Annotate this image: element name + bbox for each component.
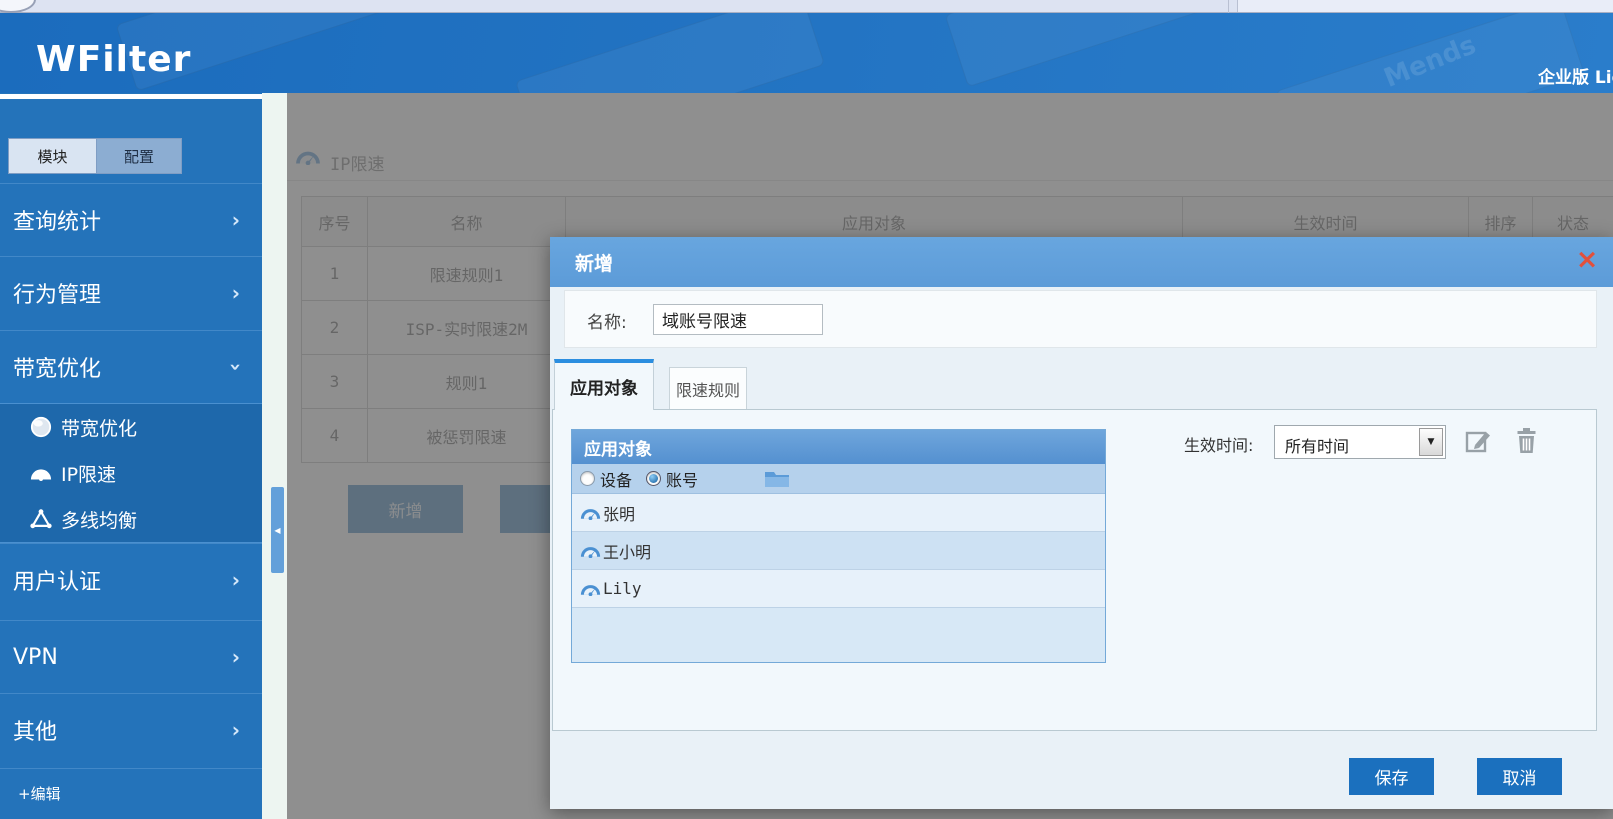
sidebar-tab-modules[interactable]: 模块 xyxy=(8,138,97,174)
selected-time-value: 所有时间 xyxy=(1285,433,1349,457)
delete-time-icon[interactable] xyxy=(1513,427,1540,454)
sidebar-submenu-bandwidth: 带宽优化 IP限速 多线均衡 xyxy=(0,403,262,543)
account-list-item[interactable]: 张明 xyxy=(572,494,1105,532)
sidebar-top-divider xyxy=(0,94,268,99)
sidebar-item-behavior[interactable]: 行为管理 › xyxy=(0,256,262,329)
sidebar-item-user-auth[interactable]: 用户认证 › xyxy=(0,543,262,616)
folder-icon[interactable] xyxy=(764,470,790,488)
sidebar-item-bandwidth[interactable]: 带宽优化 › xyxy=(0,330,262,403)
edit-time-icon[interactable] xyxy=(1465,427,1492,454)
dialog-title: 新增 xyxy=(575,249,613,276)
gauge-icon xyxy=(580,582,601,596)
browser-tab-remnant xyxy=(0,0,36,13)
sidebar: 模块 配置 查询统计 › 行为管理 › 带宽优化 › 带宽优化 IP限速 多线均… xyxy=(0,93,262,819)
browser-chrome-strip xyxy=(0,0,1613,13)
dropdown-arrow-icon: ▼ xyxy=(1428,437,1435,447)
chevron-right-icon: › xyxy=(232,718,240,742)
sidebar-subitem-multiline[interactable]: 多线均衡 xyxy=(0,496,262,542)
browser-divider xyxy=(1228,0,1229,13)
browser-segment xyxy=(1237,0,1613,12)
dialog-header: 新增 × xyxy=(550,237,1613,287)
chevron-right-icon: › xyxy=(232,208,240,232)
gauge-icon xyxy=(580,544,601,558)
chevron-down-icon: › xyxy=(224,363,248,371)
collapse-left-icon: ◀ xyxy=(274,526,280,535)
account-list-item[interactable]: 王小明 xyxy=(572,532,1105,570)
tab-apply-target[interactable]: 应用对象 xyxy=(554,359,654,410)
gauge-icon xyxy=(30,466,52,481)
gauge-icon xyxy=(580,506,601,520)
sidebar-tabbar: 模块 配置 xyxy=(8,138,182,174)
add-rule-dialog: 新增 × 名称: 应用对象 限速规则 应用对象 设备 账号 张明 王小明 xyxy=(550,237,1613,809)
list-empty-area xyxy=(572,608,1105,662)
effective-time-label: 生效时间: xyxy=(1184,432,1253,456)
sidebar-item-other[interactable]: 其他 › xyxy=(0,693,262,766)
app-logo: WFilter xyxy=(36,39,191,80)
sidebar-gutter xyxy=(262,93,287,819)
sidebar-divider xyxy=(0,768,262,769)
target-type-row: 设备 账号 xyxy=(572,464,1105,494)
sidebar-subitem-bandwidth-opt[interactable]: 带宽优化 xyxy=(0,404,262,450)
sphere-icon xyxy=(30,416,52,438)
radio-device-label: 设备 xyxy=(600,467,632,491)
account-list-item[interactable]: Lily xyxy=(572,570,1105,608)
chevron-right-icon: › xyxy=(232,281,240,305)
sidebar-tab-config[interactable]: 配置 xyxy=(97,138,182,174)
cancel-button[interactable]: 取消 xyxy=(1477,758,1562,795)
save-button[interactable]: 保存 xyxy=(1349,758,1434,795)
app-banner: Mends WFilter 企业版 Lic xyxy=(0,13,1613,93)
tab-limit-rule[interactable]: 限速规则 xyxy=(669,367,747,410)
name-field-row: 名称: xyxy=(564,290,1597,348)
sidebar-edit-link[interactable]: +编辑 xyxy=(18,783,61,804)
banner-texture xyxy=(515,13,825,93)
sidebar-collapse-handle[interactable]: ◀ xyxy=(271,487,284,573)
dropdown-arrow-button[interactable]: ▼ xyxy=(1419,428,1443,456)
name-label: 名称: xyxy=(587,308,627,333)
radio-account-label: 账号 xyxy=(666,467,698,491)
sidebar-subitem-ip-limit[interactable]: IP限速 xyxy=(0,450,262,496)
banner-texture xyxy=(945,13,1216,87)
close-icon[interactable]: × xyxy=(1572,245,1602,275)
rule-name-input[interactable] xyxy=(653,304,823,335)
sidebar-item-query-stats[interactable]: 查询统计 › xyxy=(0,183,262,256)
apply-target-panel: 应用对象 设备 账号 张明 王小明 Lily xyxy=(571,429,1106,663)
chevron-right-icon: › xyxy=(232,645,240,669)
chevron-right-icon: › xyxy=(232,568,240,592)
radio-device[interactable] xyxy=(580,471,595,486)
effective-time-select[interactable]: 所有时间 ▼ xyxy=(1274,425,1446,459)
triangle-balance-icon xyxy=(30,508,52,530)
license-label: 企业版 Lic xyxy=(1538,63,1613,88)
apply-target-panel-header: 应用对象 xyxy=(572,430,1105,464)
tab-content-panel: 应用对象 设备 账号 张明 王小明 Lily 生效时间: xyxy=(552,409,1597,731)
radio-account[interactable] xyxy=(646,471,661,486)
sidebar-item-vpn[interactable]: VPN › xyxy=(0,620,262,693)
